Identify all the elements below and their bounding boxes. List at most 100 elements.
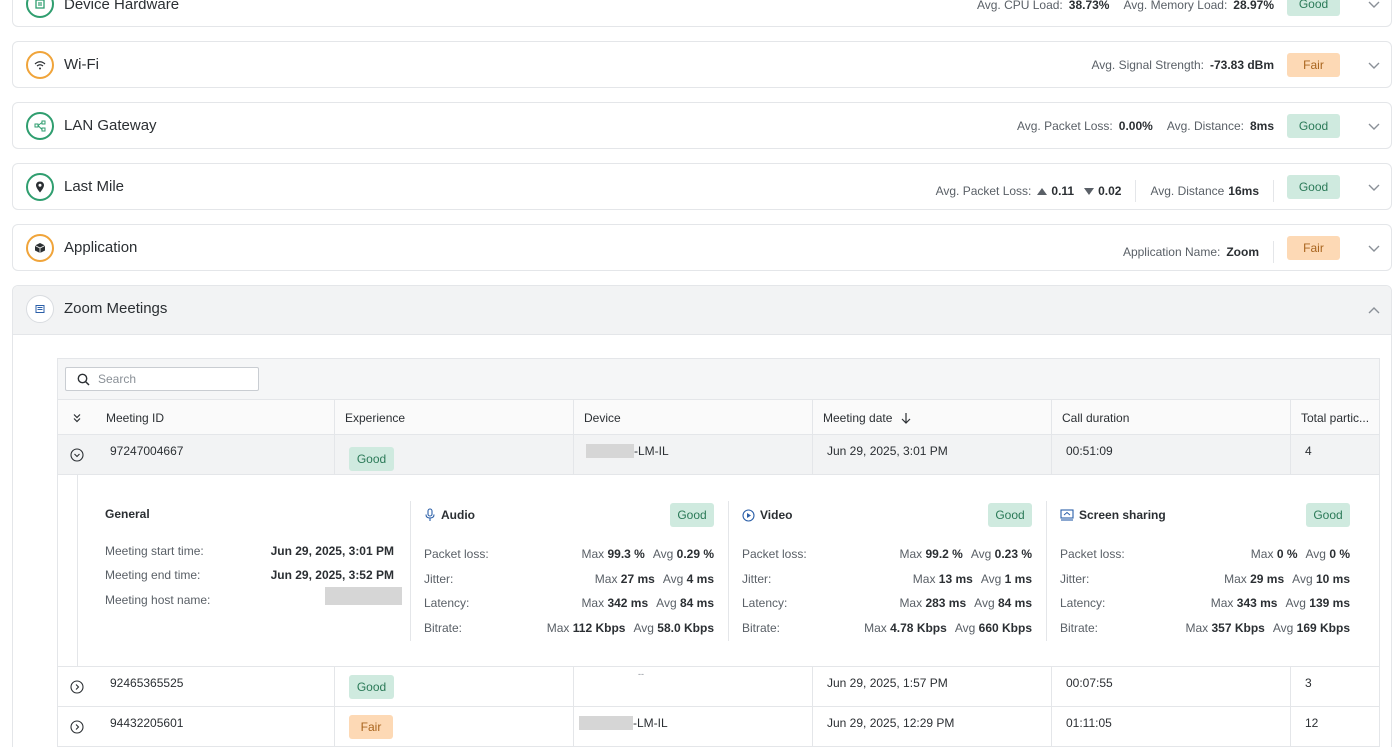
card-lan-gateway[interactable]: LAN Gateway Avg. Packet Loss: 0.00% Avg.…: [12, 102, 1392, 149]
metric-value: 0.11: [1051, 184, 1075, 198]
metric-value: 28.97%: [1233, 0, 1274, 12]
host-name-label: Meeting host name:: [105, 593, 211, 607]
table-row[interactable]: 92465365525 Good -- Jun 29, 2025, 1:57 P…: [58, 667, 1379, 707]
metric-label: Avg. CPU Load:: [976, 0, 1063, 12]
section-title-text: Video: [760, 508, 793, 522]
table-row[interactable]: 94432205601 Fair -LM-IL Jun 29, 2025, 12…: [58, 707, 1379, 747]
column-header-meeting-date[interactable]: Meeting date: [812, 400, 1051, 435]
search-icon: [77, 373, 90, 386]
metric-label: Avg. Distance: [1150, 184, 1225, 198]
column-header-device[interactable]: Device: [573, 400, 812, 435]
chevron-down-icon[interactable]: [1367, 58, 1381, 72]
metric-label: Avg. Packet Loss:: [1016, 119, 1113, 133]
column-header-call-duration[interactable]: Call duration: [1051, 400, 1290, 435]
status-badge: Fair: [1287, 53, 1340, 77]
row-toggle[interactable]: [58, 707, 96, 746]
sort-descending-icon: [901, 412, 911, 424]
metric-value: 0.02: [1098, 184, 1122, 198]
status-badge: Good: [349, 675, 394, 699]
status-badge: Good: [1287, 114, 1340, 138]
video-title: Video: [742, 508, 792, 522]
bitrate-label: Bitrate:: [742, 621, 781, 635]
cell-device: --: [573, 667, 812, 706]
network-icon: [26, 112, 54, 140]
table-toolbar: [58, 359, 1379, 400]
jitter-label: Jitter:: [1060, 572, 1090, 586]
card-title: Wi-Fi: [64, 56, 99, 73]
metric-label: Avg. Memory Load:: [1123, 0, 1228, 12]
latency-value: Max 343 ms Avg 139 ms: [1210, 596, 1350, 610]
packet-loss-label: Packet loss:: [1060, 547, 1125, 561]
location-pin-icon: [26, 173, 54, 201]
card-device-hardware[interactable]: Device Hardware Avg. CPU Load: 38.73% Av…: [12, 0, 1392, 27]
metric-label: Avg. Packet Loss:: [935, 184, 1032, 198]
collapse-icon: [70, 447, 84, 462]
metric-label: Avg. Signal Strength:: [1091, 58, 1204, 72]
microphone-icon: [425, 508, 435, 521]
card-title: LAN Gateway: [64, 117, 157, 134]
card-wifi[interactable]: Wi-Fi Avg. Signal Strength: -73.83 dBm F…: [12, 41, 1392, 88]
latency-label: Latency:: [742, 596, 788, 610]
metric-value: 8ms: [1249, 119, 1274, 133]
chevron-down-icon[interactable]: [1367, 180, 1381, 194]
column-header-total-participants[interactable]: Total partic...: [1290, 400, 1379, 435]
column-header-meeting-id[interactable]: Meeting ID: [96, 400, 334, 435]
metric-value: -73.83 dBm: [1209, 58, 1274, 72]
cell-experience: Good: [334, 667, 573, 706]
screen-share-icon: [1060, 509, 1074, 521]
packet-loss-label: Packet loss:: [742, 547, 807, 561]
cell-meeting-date: Jun 29, 2025, 3:01 PM: [812, 435, 1051, 474]
screen-sharing-title: Screen sharing: [1060, 508, 1166, 522]
cell-participants: 12: [1290, 707, 1379, 746]
cell-call-duration: 00:51:09: [1051, 435, 1290, 474]
cell-meeting-id: 94432205601: [110, 716, 184, 730]
document-icon: [26, 295, 54, 323]
zoom-meetings-panel: Zoom Meetings Meeting ID Experience Devi…: [12, 285, 1392, 747]
cube-icon: [26, 234, 54, 262]
section-title-text: Audio: [441, 508, 475, 522]
card-title: Last Mile: [64, 178, 125, 195]
table-header: Meeting ID Experience Device Meeting dat…: [58, 400, 1379, 435]
search-input[interactable]: [98, 372, 248, 386]
cell-participants: 3: [1290, 667, 1379, 706]
chevron-up-icon[interactable]: [1367, 304, 1381, 318]
cell-meeting-date: Jun 29, 2025, 12:29 PM: [812, 707, 1051, 746]
search-box[interactable]: [65, 367, 259, 391]
zoom-meetings-header[interactable]: Zoom Meetings: [13, 286, 1391, 335]
card-application[interactable]: Application Application Name: Zoom Fair: [12, 224, 1392, 271]
chevron-down-icon[interactable]: [1367, 0, 1381, 11]
jitter-label: Jitter:: [742, 572, 772, 586]
row-toggle[interactable]: [58, 667, 96, 706]
status-badge: Good: [1306, 503, 1350, 527]
latency-value: Max 342 ms Avg 84 ms: [581, 596, 714, 610]
expand-all-toggle[interactable]: [58, 400, 96, 435]
redacted-host-name: [325, 587, 402, 605]
chevron-down-icon[interactable]: [1367, 119, 1381, 133]
device-placeholder: --: [638, 669, 644, 679]
bitrate-value: Max 4.78 Kbps Avg 660 Kbps: [864, 621, 1032, 635]
device-suffix: -LM-IL: [634, 444, 669, 458]
meeting-detail-panel: General Meeting start time: Jun 29, 2025…: [58, 475, 1379, 667]
jitter-value: Max 13 ms Avg 1 ms: [912, 572, 1032, 586]
column-header-experience[interactable]: Experience: [334, 400, 573, 435]
latency-label: Latency:: [424, 596, 470, 610]
table-row[interactable]: 97247004667 Good -LM-IL Jun 29, 2025, 3:…: [58, 435, 1379, 475]
wifi-icon: [26, 51, 54, 79]
status-badge: Fair: [1287, 236, 1340, 260]
row-toggle[interactable]: [58, 435, 96, 474]
jitter-label: Jitter:: [424, 572, 454, 586]
cell-call-duration: 00:07:55: [1051, 667, 1290, 706]
section-title-text: Screen sharing: [1079, 508, 1166, 522]
card-last-mile[interactable]: Last Mile Avg. Packet Loss: 0.11 0.02 Av…: [12, 163, 1392, 210]
cell-device: -LM-IL: [573, 707, 812, 746]
redacted-text: [586, 444, 634, 458]
meetings-table: Meeting ID Experience Device Meeting dat…: [57, 358, 1380, 747]
packet-loss-value: Max 99.2 % Avg 0.23 %: [899, 547, 1032, 561]
packet-loss-value: Max 99.3 % Avg 0.29 %: [581, 547, 714, 561]
cell-participants: 4: [1290, 435, 1379, 474]
chevron-down-icon[interactable]: [1367, 241, 1381, 255]
card-title: Zoom Meetings: [64, 300, 168, 317]
cell-experience: Fair: [334, 707, 573, 746]
redacted-text: [579, 716, 633, 730]
cell-meeting-date: Jun 29, 2025, 1:57 PM: [812, 667, 1051, 706]
